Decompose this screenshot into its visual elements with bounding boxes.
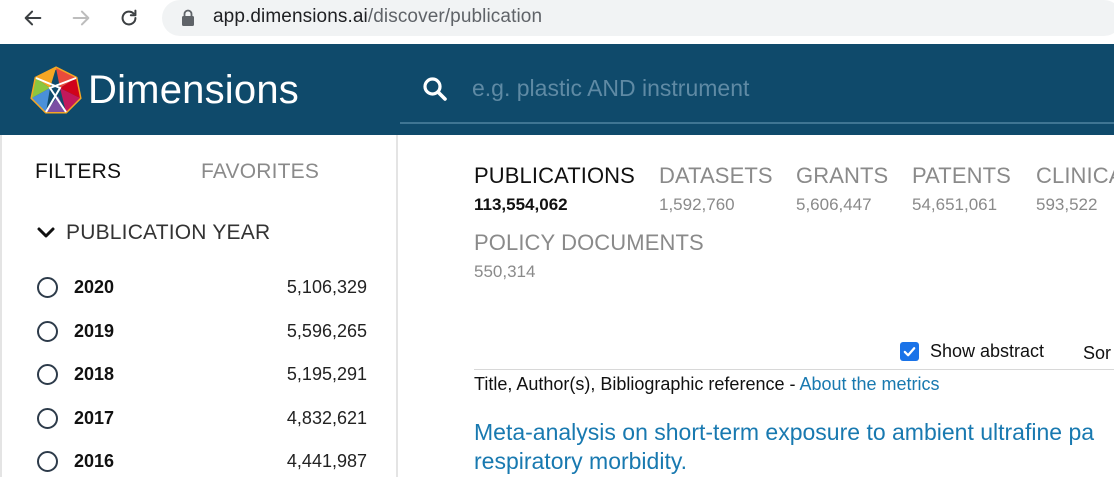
year-label: 2017 [74, 407, 115, 428]
about-metrics-link[interactable]: About the metrics [799, 374, 939, 394]
year-filter-row[interactable]: 2020 5,106,329 [37, 272, 369, 302]
year-label: 2016 [74, 450, 115, 471]
year-filter-row[interactable]: 2018 5,195,291 [37, 359, 369, 389]
tab-datasets[interactable]: DATASETS 1,592,760 [659, 163, 773, 215]
year-label: 2019 [74, 320, 115, 341]
forward-button[interactable] [66, 4, 96, 32]
year-count: 5,596,265 [286, 320, 367, 341]
filter-group-label: PUBLICATION YEAR [66, 221, 271, 244]
chevron-down-icon [37, 227, 55, 238]
reload-button[interactable] [114, 4, 144, 32]
radio-button[interactable] [37, 276, 58, 298]
search-bar [400, 44, 1114, 124]
tab-publications[interactable]: PUBLICATIONS 113,554,062 [474, 163, 635, 215]
back-button[interactable] [18, 4, 48, 32]
show-abstract-checkbox[interactable] [900, 342, 919, 361]
show-abstract-toggle[interactable]: Show abstract [900, 341, 1044, 362]
search-input[interactable] [472, 68, 1092, 108]
category-label: GRANTS [796, 163, 889, 188]
back-arrow-icon [24, 10, 42, 26]
search-icon[interactable] [422, 76, 448, 102]
forward-arrow-icon [72, 10, 90, 26]
address-bar[interactable]: app.dimensions.ai/discover/publication [162, 0, 1114, 36]
year-filter-row[interactable]: 2017 4,832,621 [37, 403, 369, 433]
tab-policy-documents[interactable]: POLICY DOCUMENTS 550,314 [474, 230, 704, 282]
lock-icon [182, 9, 194, 26]
year-filter-row[interactable]: 2019 5,596,265 [37, 316, 369, 346]
year-label: 2018 [74, 363, 115, 384]
publication-year-filter-toggle[interactable]: PUBLICATION YEAR [36, 221, 270, 245]
url-text: app.dimensions.ai/discover/publication [213, 6, 542, 28]
year-count: 4,441,987 [286, 450, 367, 471]
year-count: 5,106,329 [286, 276, 367, 297]
category-count: 550,314 [474, 262, 536, 281]
radio-button[interactable] [37, 407, 58, 429]
category-label: PUBLICATIONS [474, 163, 635, 188]
app-header: Dimensions [0, 44, 1114, 135]
show-abstract-label: Show abstract [930, 341, 1045, 361]
reload-icon [121, 9, 137, 26]
year-label: 2020 [74, 276, 115, 297]
radio-button[interactable] [37, 320, 58, 342]
tab-favorites[interactable]: FAVORITES [201, 160, 319, 184]
dimensions-logo-icon[interactable] [30, 66, 82, 114]
radio-button[interactable] [37, 450, 58, 472]
tab-patents[interactable]: PATENTS 54,651,061 [912, 163, 1011, 215]
url-path: /discover/publication [367, 6, 543, 27]
category-count: 1,592,760 [659, 195, 735, 214]
column-header: Title, Author(s), Bibliographic referenc… [474, 374, 940, 395]
divider [474, 369, 1114, 370]
tab-filters[interactable]: FILTERS [35, 160, 121, 184]
year-filter-row[interactable]: 2016 4,441,987 [37, 446, 369, 476]
radio-button[interactable] [37, 363, 58, 385]
brand-name[interactable]: Dimensions [88, 68, 299, 113]
column-header-text: Title, Author(s), Bibliographic referenc… [474, 374, 800, 394]
checkmark-icon [903, 347, 916, 357]
tab-grants[interactable]: GRANTS 5,606,447 [796, 163, 888, 215]
year-count: 5,195,291 [286, 363, 367, 384]
url-host: app.dimensions.ai [213, 6, 368, 27]
category-count: 5,606,447 [796, 195, 872, 214]
filters-sidebar: FILTERS FAVORITES PUBLICATION YEAR 2020 … [0, 135, 398, 477]
sort-dropdown[interactable]: Sor [1083, 343, 1111, 364]
category-label: CLINICA [1036, 163, 1114, 188]
result-title-link[interactable]: Meta-analysis on short-term exposure to … [474, 418, 1114, 476]
tab-clinical-trials[interactable]: CLINICA 593,522 [1036, 163, 1114, 215]
category-count: 593,522 [1036, 195, 1098, 214]
category-label: PATENTS [912, 163, 1011, 188]
category-label: DATASETS [659, 163, 773, 188]
results-panel: PUBLICATIONS 113,554,062 DATASETS 1,592,… [400, 135, 1114, 477]
category-label: POLICY DOCUMENTS [474, 230, 704, 255]
browser-toolbar: app.dimensions.ai/discover/publication [0, 0, 1114, 44]
year-count: 4,832,621 [286, 407, 367, 428]
category-count: 113,554,062 [474, 195, 568, 214]
category-count: 54,651,061 [912, 195, 998, 214]
